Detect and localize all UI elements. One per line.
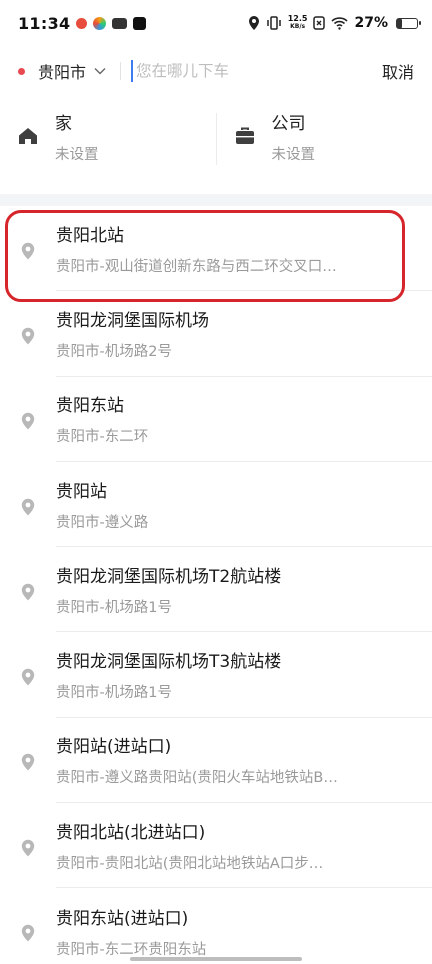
result-item[interactable]: 贵阳龙洞堡国际机场贵阳市-机场路2号 [0,291,432,377]
battery-percent: 27% [354,15,388,31]
status-bar: 11:34 12.5 KB/s 27% [0,0,432,46]
network-speed: 12.5 KB/s [287,14,308,31]
colorful-app-icon [93,16,107,30]
wifi-icon [331,17,349,30]
location-pin-icon [0,835,56,857]
result-address: 贵阳市-遵义路 [56,514,149,531]
result-address: 贵阳市-机场路1号 [56,685,172,702]
result-address: 贵阳市-贵阳北站(贵阳北站地铁站A口步… [56,855,324,872]
result-body: 贵阳东站(进站口) 贵阳市-东二环贵阳东站 [56,888,432,964]
home-shortcut-title: 家 [55,114,72,134]
location-pin-icon [0,494,56,516]
result-name: 贵阳北站 [56,225,124,246]
location-pin-icon [0,920,56,942]
result-body: 贵阳站(进站口) 贵阳市-遵义路贵阳站(贵阳火车站地铁站B… [56,718,432,804]
result-item[interactable]: 贵阳北站(北进站口) 贵阳市-贵阳北站(贵阳北站地铁站A口步… [0,803,432,889]
result-name: 贵阳东站 [56,396,124,417]
result-address: 贵阳市-机场路1号 [56,599,172,616]
result-item[interactable]: 贵阳站(进站口) 贵阳市-遵义路贵阳站(贵阳火车站地铁站B… [0,718,432,804]
result-name: 贵阳站 [56,481,107,502]
company-shortcut-title: 公司 [271,114,306,134]
result-name: 贵阳东站(进站口) [56,908,189,929]
result-body: 贵阳龙洞堡国际机场贵阳市-机场路2号 [56,291,432,377]
no-sim-icon [313,16,326,30]
app-badge-icon [112,17,128,29]
vibrate-icon [266,16,281,30]
search-divider [120,62,122,80]
destination-search-input[interactable] [131,60,370,82]
result-item[interactable]: 贵阳北站贵阳市-观山街道创新东路与西二环交叉口… [0,206,432,302]
company-shortcut[interactable]: 公司 未设置 [215,113,432,165]
cancel-button[interactable]: 取消 [382,59,414,83]
location-pin-icon [0,323,56,345]
result-name: 贵阳龙洞堡国际机场 [56,310,209,331]
search-results-list: 贵阳北站 贵阳市-观山街道创新东路与西二环交叉口… 贵阳龙洞堡国际机场 贵阳市-机场路… [0,206,432,964]
location-pin-icon [0,664,56,686]
chevron-down-icon[interactable] [94,67,106,75]
result-address: 贵阳市-机场路2号 [56,343,172,360]
home-shortcut-subtitle: 未设置 [55,147,99,163]
result-item[interactable]: 贵阳站贵阳市-遵义路 [0,462,432,548]
result-name: 贵阳龙洞堡国际机场T3航站楼 [56,652,282,673]
location-icon [248,16,259,30]
city-dot-icon [18,67,25,75]
company-shortcut-subtitle: 未设置 [271,147,316,163]
search-bar: 贵阳市 取消 [0,46,432,96]
section-divider [0,194,432,206]
location-pin-icon [0,749,56,771]
result-body: 贵阳东站贵阳市-东二环 [56,377,432,462]
tiktok-icon [133,16,147,30]
result-body: 贵阳站贵阳市-遵义路 [56,462,432,548]
battery-icon [396,17,421,29]
result-address: 贵阳市-东二环贵阳东站 [56,941,207,958]
city-selector[interactable]: 贵阳市 [38,59,86,83]
result-name: 贵阳龙洞堡国际机场T2航站楼 [56,566,282,587]
shortcut-row: 家 未设置 公司 未设置 [0,96,432,182]
result-body: 贵阳龙洞堡国际机场T3航站楼贵阳市-机场路1号 [56,632,432,718]
status-time: 11:34 [18,13,71,33]
result-address: 贵阳市-观山街道创新东路与西二环交叉口… [56,258,337,275]
result-body: 贵阳北站贵阳市-观山街道创新东路与西二环交叉口… [56,206,432,292]
location-pin-icon [0,579,56,601]
result-body: 贵阳龙洞堡国际机场T2航站楼贵阳市-机场路1号 [56,547,432,633]
result-item[interactable]: 贵阳龙洞堡国际机场T2航站楼贵阳市-机场路1号 [0,547,432,633]
home-indicator[interactable] [130,957,302,961]
app-notification-icon [76,17,88,29]
briefcase-icon [235,127,254,144]
result-address: 贵阳市-东二环 [56,429,149,446]
result-name: 贵阳北站(北进站口) [56,822,206,843]
location-pin-icon [0,238,56,260]
result-name: 贵阳站(进站口) [56,737,172,758]
home-shortcut[interactable]: 家 未设置 [0,113,216,165]
location-pin-icon [0,408,56,430]
result-item[interactable]: 贵阳东站贵阳市-东二环 [0,377,432,462]
result-address: 贵阳市-遵义路贵阳站(贵阳火车站地铁站B… [56,770,338,787]
result-body: 贵阳北站(北进站口) 贵阳市-贵阳北站(贵阳北站地铁站A口步… [56,803,432,889]
result-item[interactable]: 贵阳东站(进站口) 贵阳市-东二环贵阳东站 [0,888,432,964]
home-icon [19,128,37,144]
result-item[interactable]: 贵阳龙洞堡国际机场T3航站楼贵阳市-机场路1号 [0,632,432,718]
